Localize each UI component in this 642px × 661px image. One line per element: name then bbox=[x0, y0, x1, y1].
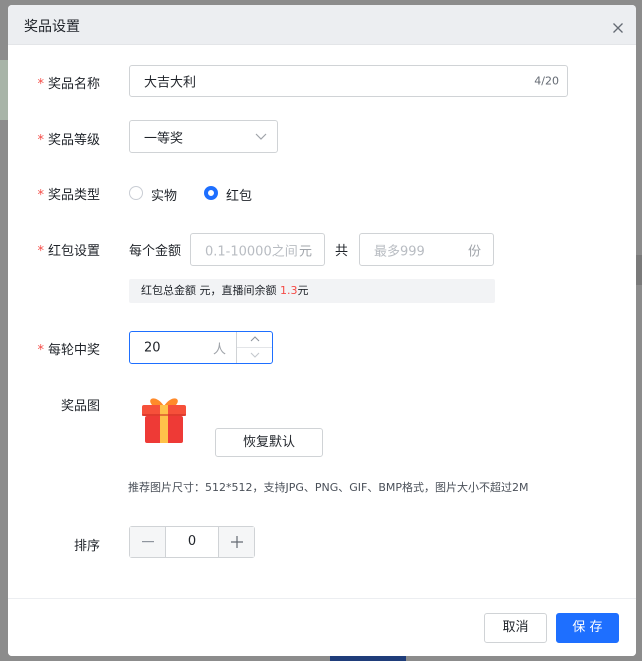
sort-label: 排序 bbox=[73, 539, 100, 554]
dialog-title: 奖品设置 bbox=[24, 19, 80, 35]
winners-unit: 人 bbox=[212, 342, 226, 357]
prize-level-label-text: 奖品等级 bbox=[47, 133, 100, 148]
dialog-header: 奖品设置 bbox=[8, 5, 636, 45]
radio-physical-label: 实物 bbox=[151, 189, 178, 204]
required-mark: * bbox=[37, 77, 44, 92]
gift-icon bbox=[136, 393, 192, 445]
prize-name-label: * 奖品名称 bbox=[37, 73, 100, 92]
prize-name-char-count: 4/20 bbox=[534, 74, 559, 88]
balance-value: 1.3 bbox=[280, 284, 298, 297]
winners-label: * 每轮中奖 bbox=[37, 339, 100, 358]
required-mark: * bbox=[37, 188, 44, 203]
prize-image-label: 奖品图 bbox=[60, 399, 100, 414]
amount-input[interactable]: 0.1-10000之间 元 bbox=[190, 233, 325, 266]
count-placeholder: 最多999 bbox=[374, 244, 425, 259]
prize-name-label-text: 奖品名称 bbox=[47, 77, 100, 92]
winners-stepper[interactable]: 20 人 bbox=[129, 331, 273, 364]
winners-spin bbox=[236, 332, 272, 363]
chevron-down-icon bbox=[250, 352, 259, 359]
info-text: 红包总金额 元，直播间余额 bbox=[141, 284, 277, 297]
prize-level-label: * 奖品等级 bbox=[37, 129, 100, 148]
save-button[interactable]: 保 存 bbox=[556, 613, 619, 643]
sort-value[interactable]: 0 bbox=[166, 527, 218, 557]
prize-settings-dialog: 奖品设置 * 奖品名称 大吉大利 4/20 * 奖品等级 一等奖 * 奖品类型 实物 bbox=[8, 5, 636, 656]
count-input[interactable]: 最多999 份 bbox=[359, 233, 494, 266]
backdrop-right-strip bbox=[636, 255, 642, 285]
count-unit: 份 bbox=[467, 244, 481, 259]
plus-icon bbox=[230, 536, 243, 548]
redpacket-info-box: 红包总金额 元，直播间余额 1.3元 bbox=[129, 279, 495, 303]
chevron-down-icon bbox=[255, 129, 267, 144]
prize-name-value: 大吉大利 bbox=[144, 75, 197, 91]
decrement-button[interactable] bbox=[237, 348, 272, 364]
total-label: 共 bbox=[335, 244, 349, 259]
per-amount-label: 每个金额 bbox=[129, 244, 182, 259]
radio-redpacket-label: 红包 bbox=[226, 189, 253, 204]
sort-decrement-button[interactable] bbox=[130, 527, 166, 557]
reset-default-button[interactable]: 恢复默认 bbox=[215, 428, 323, 457]
prize-name-input[interactable]: 大吉大利 4/20 bbox=[129, 65, 568, 97]
amount-unit: 元 bbox=[298, 244, 312, 259]
radio-redpacket-indicator bbox=[204, 186, 218, 200]
cancel-button[interactable]: 取消 bbox=[484, 613, 547, 643]
radio-physical[interactable]: 实物 bbox=[129, 185, 181, 204]
minus-icon bbox=[141, 541, 154, 543]
close-icon[interactable] bbox=[610, 20, 626, 36]
required-mark: * bbox=[37, 343, 44, 358]
redpacket-settings-label-text: 红包设置 bbox=[47, 244, 100, 259]
required-mark: * bbox=[37, 244, 44, 259]
radio-physical-indicator bbox=[129, 186, 143, 200]
radio-redpacket[interactable]: 红包 bbox=[204, 185, 256, 204]
winners-label-text: 每轮中奖 bbox=[47, 343, 100, 358]
prize-level-select[interactable]: 一等奖 bbox=[129, 120, 278, 153]
backdrop-left-strip bbox=[0, 60, 8, 120]
amount-placeholder: 0.1-10000之间 bbox=[205, 244, 298, 259]
redpacket-settings-label: * 红包设置 bbox=[37, 240, 100, 259]
sort-stepper: 0 bbox=[129, 526, 255, 558]
required-mark: * bbox=[37, 133, 44, 148]
sort-increment-button[interactable] bbox=[218, 527, 254, 557]
image-hint: 推荐图片尺寸：512*512，支持JPG、PNG、GIF、BMP格式，图片大小不… bbox=[128, 481, 529, 494]
winners-value: 20 bbox=[144, 340, 161, 355]
balance-unit: 元 bbox=[297, 284, 309, 297]
prize-type-label-text: 奖品类型 bbox=[47, 188, 100, 203]
prize-type-label: * 奖品类型 bbox=[37, 184, 100, 203]
dialog-footer: 取消 保 存 bbox=[8, 598, 636, 656]
chevron-up-icon bbox=[250, 336, 259, 342]
prize-level-value: 一等奖 bbox=[144, 131, 184, 146]
increment-button[interactable] bbox=[237, 332, 272, 348]
